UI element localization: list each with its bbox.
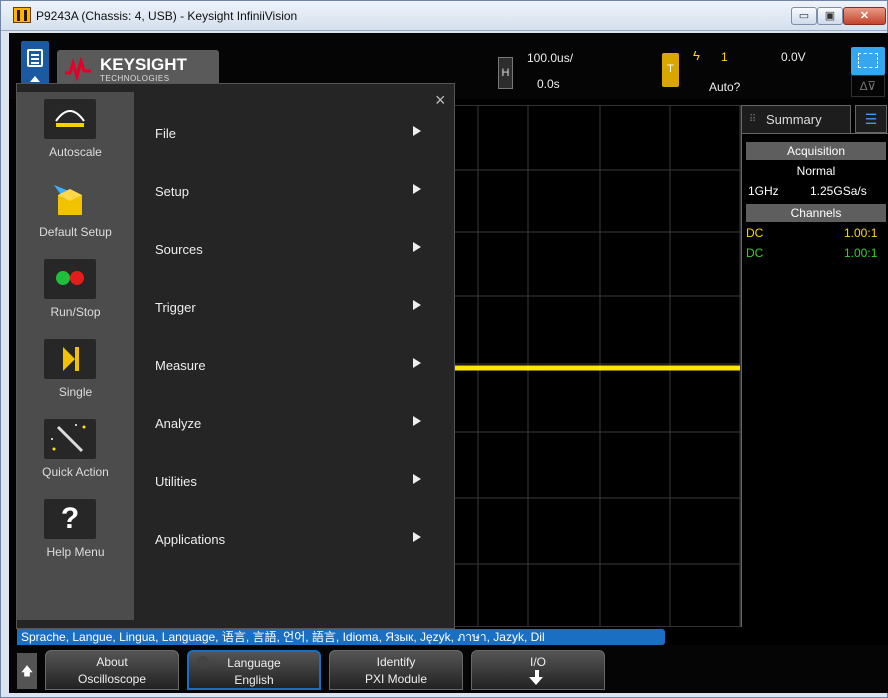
menu-item-label: File	[155, 126, 176, 141]
softkey-value: PXI Module	[364, 672, 428, 686]
run-stop-icon	[44, 259, 96, 299]
quick-action-column: Autoscale Default Setup Run/Stop Single …	[17, 92, 134, 620]
language-softkey[interactable]: Language English	[187, 650, 321, 690]
softkey-label: I/O	[529, 655, 546, 669]
autoscale-label: Autoscale	[49, 145, 102, 159]
softkey-value: English	[234, 673, 274, 687]
default-setup-label: Default Setup	[39, 225, 112, 239]
run-stop-button[interactable]: Run/Stop	[17, 252, 134, 332]
timebase-value[interactable]: 100.0us/	[527, 51, 573, 65]
menu-up-button[interactable]: 🡅	[17, 653, 37, 689]
default-setup-button[interactable]: Default Setup	[17, 172, 134, 252]
panel-menu-icon[interactable]: ☰	[855, 105, 887, 133]
horizontal-button[interactable]: H	[498, 57, 513, 89]
entry-knob-icon	[197, 656, 209, 668]
acquisition-header[interactable]: Acquisition	[746, 142, 886, 160]
arrow-right-icon	[413, 474, 421, 484]
channel-1-probe: 1.00:1	[844, 226, 878, 240]
menu-item-label: Measure	[155, 358, 206, 373]
app-logo-icon	[13, 7, 31, 23]
menu-item-applications[interactable]: Applications	[137, 520, 453, 560]
identify-pxi-module-softkey[interactable]: Identify PXI Module	[329, 650, 463, 690]
menu-item-measure[interactable]: Measure	[137, 346, 453, 386]
acquisition-mode: Normal	[796, 164, 836, 178]
title-bar: P9243A (Chassis: 4, USB) - Keysight Infi…	[1, 1, 887, 31]
softkey-label: About	[96, 655, 128, 669]
arrow-right-icon	[413, 126, 421, 136]
softkey-label: Identify	[376, 655, 416, 669]
menu-item-utilities[interactable]: Utilities	[137, 462, 453, 502]
arrow-right-icon	[413, 532, 421, 542]
menu-icon	[27, 49, 43, 67]
oscilloscope-display: KEYSIGHT TECHNOLOGIES H 100.0us/ 0.0s T …	[9, 33, 888, 693]
summary-body: Acquisition Normal 1GHz 1.25GSa/s Channe…	[741, 133, 888, 627]
brand-name: KEYSIGHT	[100, 55, 187, 74]
arrow-right-icon	[413, 416, 421, 426]
single-label: Single	[58, 385, 93, 399]
default-setup-icon	[44, 179, 96, 219]
horizontal-position[interactable]: 0.0s	[537, 77, 560, 91]
bandwidth: 1GHz	[748, 184, 779, 198]
menu-item-label: Applications	[155, 532, 226, 547]
keysight-wave-icon	[65, 57, 91, 81]
channel-2-probe: 1.00:1	[844, 246, 878, 260]
arrow-right-icon	[413, 358, 421, 368]
trigger-slope-icon: ϟ	[693, 48, 700, 63]
menu-item-setup[interactable]: Setup	[137, 172, 453, 212]
chevron-up-icon	[30, 76, 40, 82]
single-button[interactable]: Single	[17, 332, 134, 412]
single-icon	[44, 339, 96, 379]
tab-summary[interactable]: Summary	[741, 105, 851, 134]
menu-item-label: Analyze	[155, 416, 202, 431]
delta-cursor-button[interactable]: ∆⊽	[851, 75, 885, 97]
quick-action-label: Quick Action	[42, 465, 109, 479]
arrow-right-icon	[413, 300, 421, 310]
window-title: P9243A (Chassis: 4, USB) - Keysight Infi…	[36, 9, 298, 23]
minimize-button[interactable]: ▭	[791, 7, 817, 25]
channel-2-coupling: DC	[746, 246, 764, 260]
quick-action-button[interactable]: Quick Action	[17, 412, 134, 492]
softkey-bar: 🡅 About Oscilloscope Language English Id…	[9, 645, 888, 693]
help-menu-button[interactable]: ? Help Menu	[17, 492, 134, 572]
select-zoom-button[interactable]	[851, 47, 885, 75]
help-menu-label: Help Menu	[46, 545, 105, 559]
menu-item-label: Trigger	[155, 300, 196, 315]
maximize-button[interactable]: ▣	[817, 7, 843, 25]
trigger-source[interactable]: 1	[721, 50, 728, 64]
menu-item-analyze[interactable]: Analyze	[137, 404, 453, 444]
quick-action-icon	[44, 419, 96, 459]
summary-panel: Summary ☰ Acquisition Normal 1GHz 1.25GS…	[740, 105, 888, 627]
menu-item-trigger[interactable]: Trigger	[137, 288, 453, 328]
autoscale-button[interactable]: Autoscale	[17, 92, 134, 172]
sample-rate: 1.25GSa/s	[810, 184, 867, 198]
channels-header[interactable]: Channels	[746, 204, 886, 222]
autoscale-icon	[44, 99, 96, 139]
application-window: P9243A (Chassis: 4, USB) - Keysight Infi…	[0, 0, 888, 698]
arrow-right-icon	[413, 242, 421, 252]
arrow-down-icon-head	[529, 677, 543, 685]
trigger-button[interactable]: T	[662, 53, 679, 87]
menu-item-label: Sources	[155, 242, 203, 257]
softkey-value: Oscilloscope	[77, 672, 147, 686]
trigger-level[interactable]: 0.0V	[781, 50, 806, 64]
menu-item-file[interactable]: File	[137, 114, 453, 154]
channel-1-coupling: DC	[746, 226, 764, 240]
graticule	[440, 106, 744, 626]
menu-item-label: Utilities	[155, 474, 197, 489]
menu-item-sources[interactable]: Sources	[137, 230, 453, 270]
waveform-grid[interactable]	[439, 105, 745, 627]
io-softkey[interactable]: I/O	[471, 650, 605, 690]
help-icon: ?	[44, 499, 96, 539]
main-menu: × Autoscale Default Setup Run/Stop Singl…	[16, 83, 455, 629]
about-oscilloscope-softkey[interactable]: About Oscilloscope	[45, 650, 179, 690]
close-menu-icon[interactable]: ×	[435, 90, 446, 111]
close-button[interactable]: ✕	[843, 7, 886, 25]
menu-item-label: Setup	[155, 184, 189, 199]
language-strip: Sprache, Langue, Lingua, Language, 语言, 言…	[17, 629, 665, 645]
trigger-mode[interactable]: Auto?	[709, 80, 740, 94]
run-stop-label: Run/Stop	[50, 305, 101, 319]
brand-subtitle: TECHNOLOGIES	[100, 74, 170, 83]
arrow-right-icon	[413, 184, 421, 194]
